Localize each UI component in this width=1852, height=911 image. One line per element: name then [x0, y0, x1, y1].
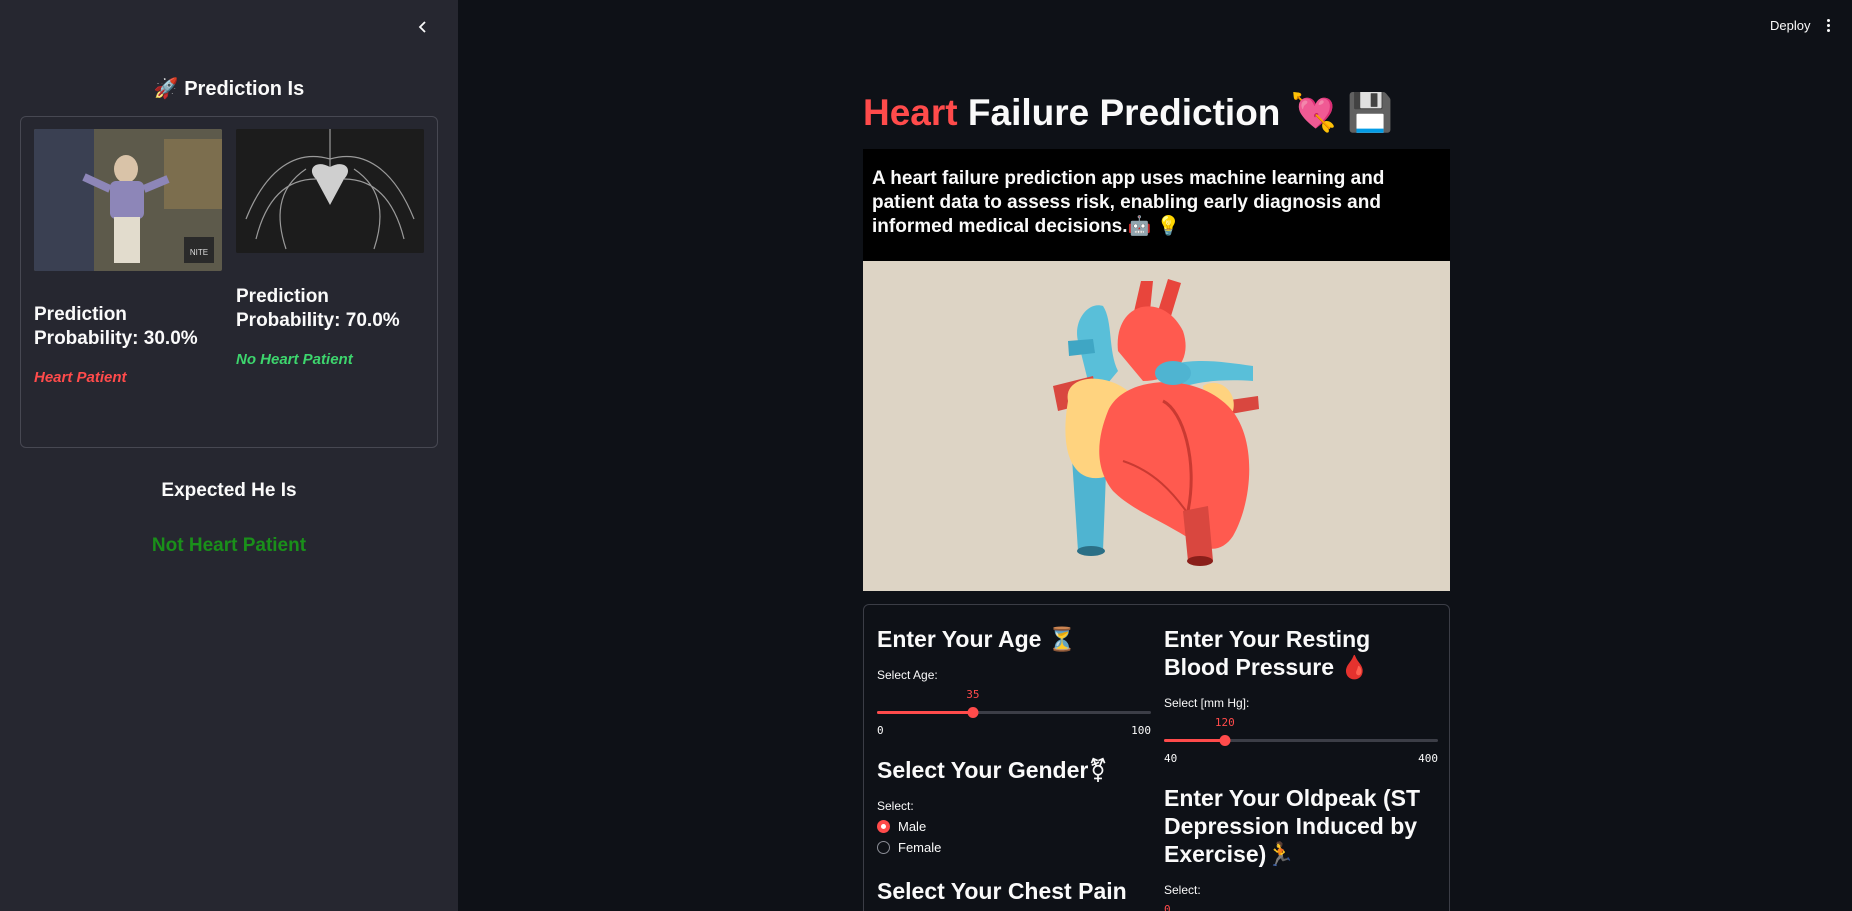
- expected-title: Expected He Is: [161, 480, 297, 501]
- age-heading: Enter Your Age ⏳: [877, 626, 1077, 652]
- gender-heading: Select Your Gender⚧: [877, 757, 1108, 783]
- oldpeak-slider-value: 0: [1164, 903, 1171, 911]
- gender-option-male-label: Male: [898, 819, 927, 834]
- blood-pressure-slider-value: 120: [1214, 716, 1235, 729]
- prediction-result-1: NITE Prediction Probability: 30.0% Heart…: [34, 129, 222, 386]
- more-vert-icon[interactable]: [1820, 14, 1836, 36]
- oldpeak-heading: Enter Your Oldpeak (ST Depression Induce…: [1164, 785, 1421, 867]
- age-slider-max: 100: [1131, 724, 1151, 737]
- prediction-status-1: Heart Patient: [34, 369, 127, 386]
- collapse-sidebar-button[interactable]: [412, 16, 434, 38]
- age-slider-fill: [877, 711, 973, 714]
- radio-unselected-icon: [877, 841, 890, 854]
- age-slider-min: 0: [877, 724, 884, 737]
- blood-pressure-slider-thumb[interactable]: [1219, 735, 1231, 746]
- prediction-probability-1: Prediction Probability: 30.0%: [34, 304, 198, 349]
- prediction-status-2: No Heart Patient: [236, 351, 353, 368]
- gender-option-male[interactable]: Male: [877, 819, 1151, 834]
- anatomy-gif-image: [236, 129, 424, 253]
- expected-value: Not Heart Patient: [151, 535, 307, 556]
- radio-selected-icon: [877, 820, 890, 833]
- app-description: A heart failure prediction app uses mach…: [863, 149, 1450, 261]
- page-title: Heart Failure Prediction 💘 💾: [863, 92, 1393, 135]
- sidebar: 🚀 Prediction Is NITE Prediction Probabil…: [0, 0, 458, 911]
- form-right-column: Enter Your Resting Blood Pressure 🩸 Sele…: [1164, 605, 1438, 911]
- prediction-box: NITE Prediction Probability: 30.0% Heart…: [20, 116, 438, 448]
- blood-pressure-slider[interactable]: 120 40 400: [1164, 716, 1438, 768]
- oldpeak-label: Select:: [1164, 883, 1201, 897]
- input-form: Enter Your Age ⏳ Select Age: 35 0 100 Se…: [863, 604, 1450, 911]
- sidebar-title: 🚀 Prediction Is: [153, 78, 305, 100]
- chevron-left-icon: [418, 21, 426, 33]
- blood-pressure-slider-fill: [1164, 739, 1225, 742]
- form-left-column: Enter Your Age ⏳ Select Age: 35 0 100 Se…: [877, 605, 1151, 905]
- page-title-rest: Failure Prediction 💘 💾: [957, 92, 1394, 133]
- heart-illustration-image: [863, 261, 1450, 591]
- svg-text:NITE: NITE: [190, 248, 208, 257]
- gender-label: Select:: [877, 799, 914, 813]
- reaction-gif-image: NITE: [34, 129, 222, 271]
- age-label: Select Age:: [877, 668, 938, 682]
- gender-option-female[interactable]: Female: [877, 840, 1151, 855]
- chest-pain-heading: Select Your Chest Pain: [877, 878, 1127, 904]
- blood-pressure-slider-min: 40: [1164, 752, 1178, 765]
- gender-radio-group: Male Female: [877, 819, 1151, 855]
- age-slider-thumb[interactable]: [967, 707, 979, 718]
- deploy-button[interactable]: Deploy: [1762, 14, 1818, 37]
- age-slider-value: 35: [966, 688, 980, 701]
- prediction-probability-2: Prediction Probability: 70.0%: [236, 286, 400, 331]
- blood-pressure-slider-max: 400: [1418, 752, 1438, 765]
- gender-option-female-label: Female: [898, 840, 942, 855]
- blood-pressure-heading: Enter Your Resting Blood Pressure 🩸: [1164, 626, 1371, 680]
- page-title-accent: Heart: [863, 92, 958, 133]
- age-slider[interactable]: 35 0 100: [877, 688, 1151, 740]
- blood-pressure-label: Select [mm Hg]:: [1164, 696, 1250, 710]
- prediction-result-2: Prediction Probability: 70.0% No Heart P…: [236, 129, 424, 368]
